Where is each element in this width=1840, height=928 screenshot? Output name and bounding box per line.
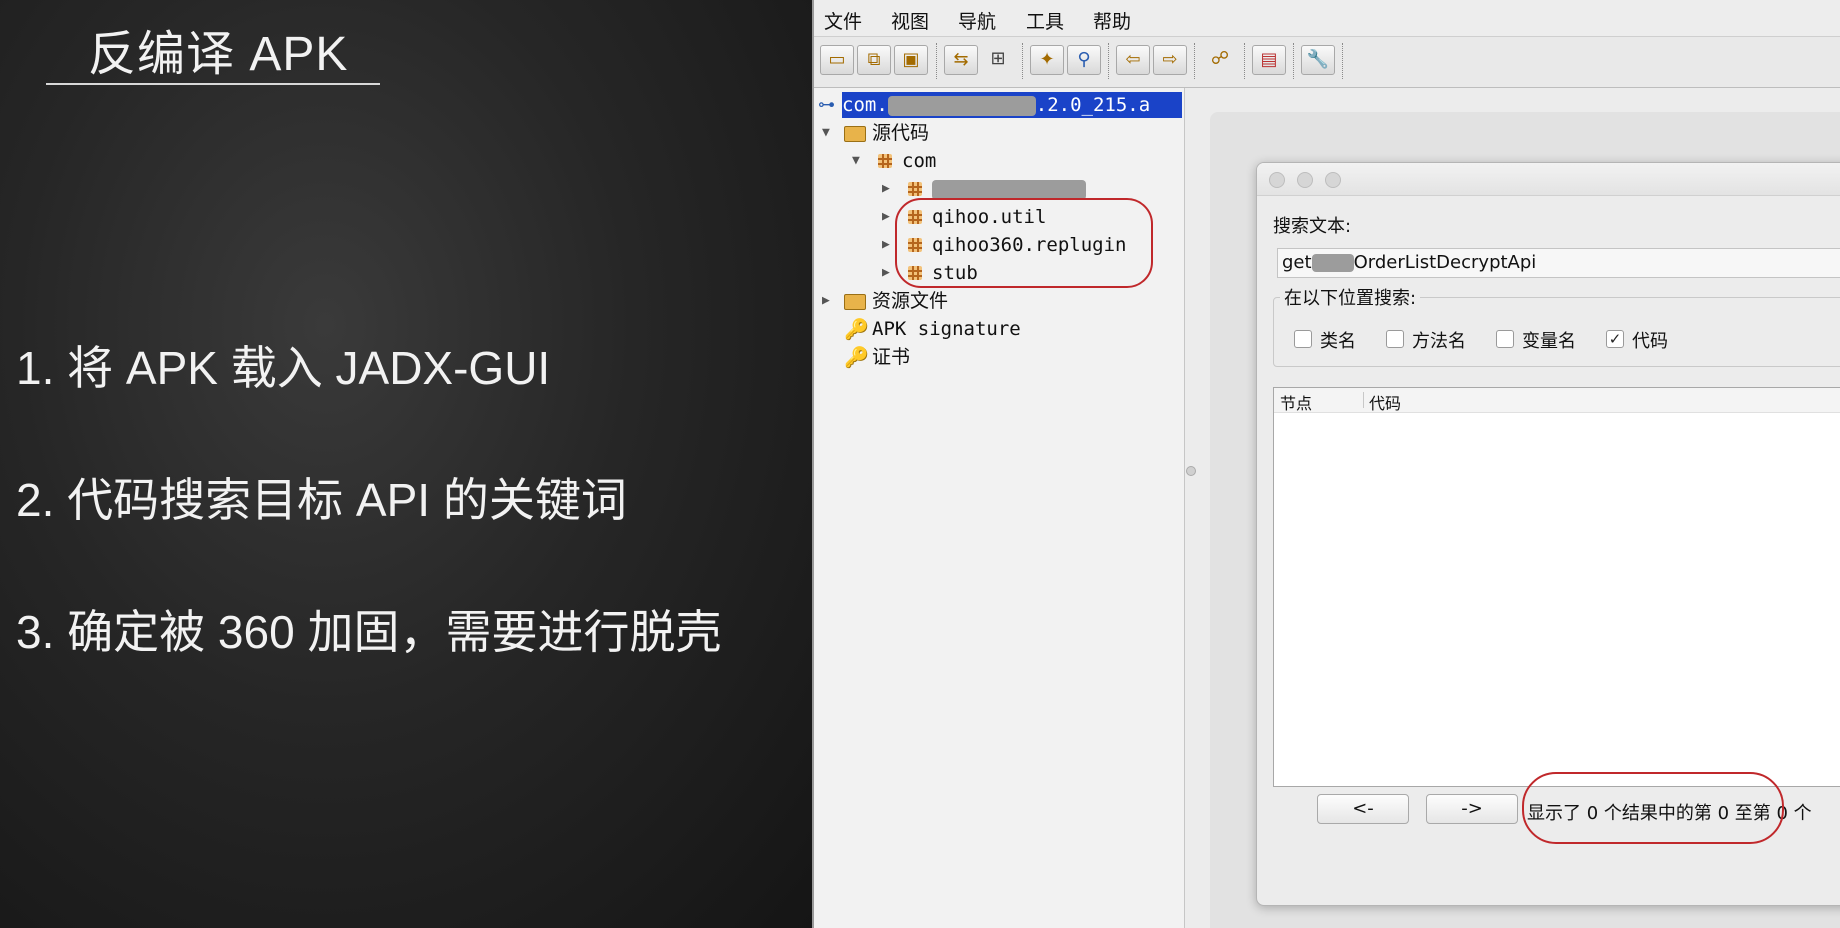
- highlight-circle: [895, 198, 1153, 288]
- package-icon: [878, 154, 892, 168]
- step-2: 2. 代码搜索目标 API 的关键词: [16, 474, 627, 526]
- log-icon[interactable]: ▤: [1252, 45, 1286, 75]
- tree-root-apk[interactable]: com. .2.0_215.a: [842, 92, 1182, 118]
- menu-tools[interactable]: 工具: [1026, 7, 1064, 34]
- root-name-prefix: com.: [842, 94, 888, 116]
- redacted-package[interactable]: [932, 180, 1086, 200]
- expanded-arrow-icon[interactable]: ▼: [852, 153, 860, 168]
- variable-name-label: 变量名: [1522, 331, 1576, 352]
- flatten-packages-icon[interactable]: ⊞: [981, 45, 1015, 75]
- tree-package-com[interactable]: com: [902, 148, 936, 174]
- toolbar-separator: [1108, 43, 1109, 79]
- toolbar-separator: [1194, 43, 1195, 79]
- toolbar-separator: [936, 43, 937, 79]
- expanded-arrow-icon[interactable]: ▼: [822, 125, 830, 140]
- source-folder-icon: [844, 126, 866, 142]
- search-value-prefix: get: [1282, 252, 1312, 273]
- results-table[interactable]: 节点 代码: [1273, 387, 1840, 787]
- method-name-label: 方法名: [1412, 331, 1466, 352]
- forward-arrow-icon[interactable]: ⇨: [1153, 45, 1187, 75]
- search-text-label: 搜索文本:: [1273, 216, 1352, 237]
- zoom-window-button[interactable]: [1325, 172, 1341, 188]
- step-3: 3. 确定被 360 加固，需要进行脱壳: [16, 606, 722, 658]
- prev-results-button[interactable]: <-: [1317, 794, 1409, 824]
- menu-bar: 文件 视图 导航 工具 帮助: [814, 0, 1840, 37]
- search-scope-group: 在以下位置搜索: 类名 方法名 变量名 ✓ 代码: [1273, 284, 1840, 367]
- menu-view[interactable]: 视图: [891, 7, 929, 34]
- tree-apk-signature[interactable]: APK signature: [872, 316, 1021, 342]
- root-name-suffix: .2.0_215.a: [1035, 94, 1151, 116]
- slide-panel: 反编译 APK 1. 将 APK 载入 JADX-GUI 2. 代码搜索目标 A…: [0, 0, 812, 928]
- column-code[interactable]: 代码: [1369, 390, 1401, 414]
- back-arrow-icon[interactable]: ⇦: [1116, 45, 1150, 75]
- splitter-handle[interactable]: [1186, 466, 1196, 476]
- code-checkbox[interactable]: ✓: [1606, 330, 1624, 348]
- slide-title: 反编译 APK: [88, 28, 349, 81]
- project-root-icon: ⊶: [818, 95, 835, 115]
- sync-icon[interactable]: ⇆: [944, 45, 978, 75]
- package-icon: [908, 182, 922, 196]
- search-input[interactable]: get OrderListDecryptApi: [1277, 248, 1840, 278]
- save-all-icon[interactable]: ▣: [894, 45, 928, 75]
- collapsed-arrow-icon[interactable]: ▶: [882, 181, 890, 196]
- column-node[interactable]: 节点: [1280, 390, 1312, 414]
- tree-source-code[interactable]: 源代码: [872, 120, 929, 146]
- menu-navigate[interactable]: 导航: [958, 7, 996, 34]
- toolbar-separator: [1293, 43, 1294, 79]
- redacted-blur: [1311, 254, 1354, 272]
- dialog-titlebar: 搜索: [1257, 163, 1840, 196]
- method-name-checkbox[interactable]: [1386, 330, 1404, 348]
- preferences-wrench-icon[interactable]: 🔧: [1301, 45, 1335, 75]
- minimize-window-button[interactable]: [1297, 172, 1313, 188]
- key-icon: 🔑: [844, 317, 869, 341]
- decompile-icon[interactable]: ☍: [1203, 45, 1237, 75]
- step-1: 1. 将 APK 载入 JADX-GUI: [16, 342, 551, 394]
- key-icon: 🔑: [844, 345, 869, 369]
- redacted-blur: [887, 95, 1036, 116]
- collapsed-arrow-icon[interactable]: ▶: [822, 293, 830, 308]
- add-files-icon[interactable]: ⧉: [857, 45, 891, 75]
- menu-file[interactable]: 文件: [824, 7, 862, 34]
- variable-name-checkbox[interactable]: [1496, 330, 1514, 348]
- close-window-button[interactable]: [1269, 172, 1285, 188]
- next-results-button[interactable]: ->: [1426, 794, 1518, 824]
- collapsed-arrow-icon[interactable]: ▶: [882, 265, 890, 280]
- results-header: 节点 代码: [1274, 388, 1840, 413]
- toolbar-separator: [1022, 43, 1023, 79]
- class-name-label: 类名: [1320, 331, 1356, 352]
- search-scope-label: 在以下位置搜索:: [1280, 284, 1421, 310]
- resources-folder-icon: [844, 294, 866, 310]
- highlight-circle: [1522, 772, 1784, 844]
- tree-certificate[interactable]: 证书: [872, 344, 910, 370]
- tree-resources[interactable]: 资源文件: [872, 288, 948, 314]
- toolbar: ▭ ⧉ ▣ ⇆ ⊞ ✦ ⚲ ⇦ ⇨ ☍ ▤ 🔧: [814, 37, 1840, 88]
- column-divider[interactable]: [1363, 392, 1364, 408]
- menu-help[interactable]: 帮助: [1093, 7, 1131, 34]
- toolbar-separator: [1342, 43, 1343, 79]
- title-underline: [46, 83, 380, 85]
- collapsed-arrow-icon[interactable]: ▶: [882, 237, 890, 252]
- collapsed-arrow-icon[interactable]: ▶: [882, 209, 890, 224]
- class-name-checkbox[interactable]: [1294, 330, 1312, 348]
- search-value-suffix: OrderListDecryptApi: [1353, 252, 1537, 273]
- toolbar-separator: [1244, 43, 1245, 79]
- code-label: 代码: [1632, 331, 1668, 352]
- wand-icon[interactable]: ✦: [1030, 45, 1064, 75]
- open-file-icon[interactable]: ▭: [820, 45, 854, 75]
- search-icon[interactable]: ⚲: [1067, 45, 1101, 75]
- project-tree: ⊶ com. .2.0_215.a ▼ 源代码 ▼ com ▶ ▶ qihoo.u…: [814, 88, 1185, 928]
